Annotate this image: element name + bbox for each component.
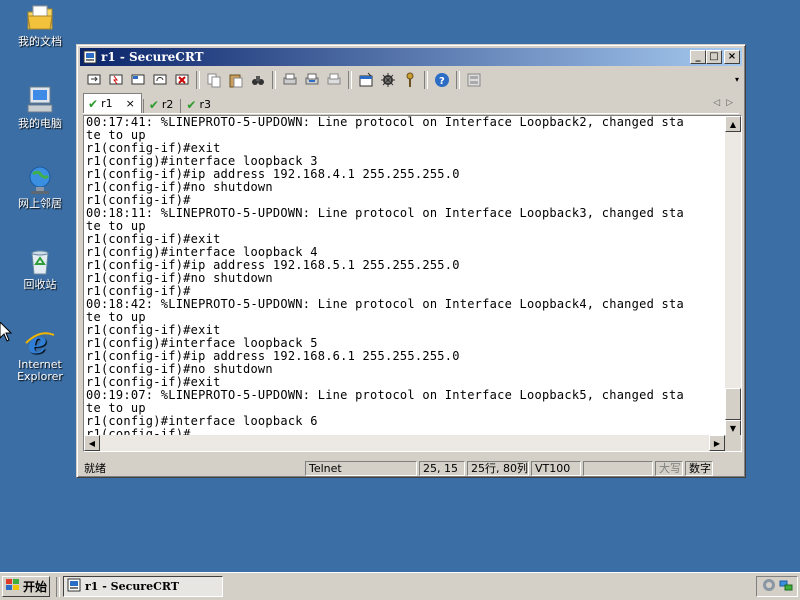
vertical-scrollbar[interactable]: ▲ ▼ xyxy=(725,116,741,436)
my-documents-icon xyxy=(24,2,56,34)
terminal-line: 00:19:07: %LINEPROTO-5-UPDOWN: Line prot… xyxy=(86,388,684,402)
desktop-icon-label: 我的文档 xyxy=(18,35,62,48)
desktop-icon-network-places[interactable]: 网上邻居 xyxy=(2,164,78,210)
toolbar-overflow-chevron-icon[interactable]: ▾ xyxy=(735,75,739,84)
print-icon[interactable] xyxy=(279,70,301,90)
print-selection-icon[interactable] xyxy=(301,70,323,90)
toolbar-separator xyxy=(272,71,276,89)
status-num: 数字 xyxy=(685,460,713,476)
scroll-up-icon[interactable]: ▲ xyxy=(725,116,741,132)
windows-logo-icon xyxy=(6,579,20,594)
svg-text:e: e xyxy=(28,326,47,357)
terminal-line: 00:18:11: %LINEPROTO-5-UPDOWN: Line prot… xyxy=(86,206,684,220)
taskbar-item-securecrt[interactable]: r1 - SecureCRT xyxy=(63,576,223,597)
toolbar-separator xyxy=(348,71,352,89)
connected-check-icon: ✔ xyxy=(88,96,99,111)
mouse-cursor-icon xyxy=(0,321,13,346)
disconnect-icon[interactable] xyxy=(171,70,193,90)
desktop-icon-recycle-bin[interactable]: 回收站 xyxy=(2,245,78,291)
status-dimensions: 25行, 80列 xyxy=(467,460,529,476)
status-blank xyxy=(583,460,653,476)
session-tabs: ✔ r1 × ✔ r2 ✔ r3 ◁ ▷ xyxy=(83,93,739,114)
desktop-icon-my-documents[interactable]: 我的文档 xyxy=(2,2,78,48)
reconnect-icon[interactable] xyxy=(149,70,171,90)
terminal-line: 00:18:42: %LINEPROTO-5-UPDOWN: Line prot… xyxy=(86,297,684,311)
key-icon[interactable] xyxy=(399,70,421,90)
paste-icon[interactable] xyxy=(225,70,247,90)
taskbar: 开始 r1 - SecureCRT xyxy=(0,572,800,600)
minimize-button[interactable]: _ xyxy=(690,50,706,64)
tray-network-icon[interactable] xyxy=(779,577,793,596)
terminal-line: 00:17:41: %LINEPROTO-5-UPDOWN: Line prot… xyxy=(86,116,684,129)
tab-r2[interactable]: ✔ r2 xyxy=(145,96,180,113)
connect-in-tab-icon[interactable] xyxy=(127,70,149,90)
tab-label: r1 xyxy=(101,97,113,110)
tab-scroll-right-icon[interactable]: ▷ xyxy=(726,98,733,108)
desktop-icon-label: 回收站 xyxy=(23,278,57,291)
toolbar: ? ▾ xyxy=(83,69,739,91)
status-text: 就绪 xyxy=(84,462,106,475)
window-titlebar[interactable]: r1 - SecureCRT _ □ × xyxy=(80,48,742,66)
find-icon[interactable] xyxy=(247,70,269,90)
scroll-left-icon[interactable]: ◀ xyxy=(84,435,100,451)
quick-connect-icon[interactable] xyxy=(105,70,127,90)
tray-speaker-icon[interactable] xyxy=(762,577,776,596)
internet-explorer-icon: e xyxy=(24,325,56,361)
global-options-icon[interactable] xyxy=(377,70,399,90)
copy-icon[interactable] xyxy=(203,70,225,90)
securecrt-window: r1 - SecureCRT _ □ × ? ▾ ✔ r1 × ✔ r2 ✔ r… xyxy=(76,44,746,478)
tab-r3[interactable]: ✔ r3 xyxy=(182,96,217,113)
desktop-icon-label: Internet Explorer xyxy=(17,358,63,383)
securecrt-app-icon xyxy=(67,578,81,595)
taskbar-item-label: r1 - SecureCRT xyxy=(85,580,179,593)
connect-icon[interactable] xyxy=(83,70,105,90)
svg-text:?: ? xyxy=(439,76,445,87)
desktop-icon-label: 网上邻居 xyxy=(18,197,62,210)
status-emulation: VT100 xyxy=(531,460,581,476)
status-cursor-position: 25, 15 xyxy=(419,460,465,476)
toolbar-separator xyxy=(196,71,200,89)
connected-check-icon: ✔ xyxy=(148,97,159,112)
desktop-icon-my-computer[interactable]: 我的电脑 xyxy=(2,84,78,130)
scroll-right-icon[interactable]: ▶ xyxy=(709,435,725,451)
toolbar-separator xyxy=(456,71,460,89)
scroll-down-icon[interactable]: ▼ xyxy=(725,420,741,436)
securecrt-app-icon xyxy=(83,50,97,64)
horizontal-scrollbar[interactable]: ◀ ▶ xyxy=(84,435,725,451)
printer-setup-icon[interactable] xyxy=(323,70,345,90)
terminal-pane[interactable]: 00:17:41: %LINEPROTO-5-UPDOWN: Line prot… xyxy=(83,115,742,452)
start-button[interactable]: 开始 xyxy=(2,576,50,597)
connected-check-icon: ✔ xyxy=(186,97,197,112)
maximize-button[interactable]: □ xyxy=(706,50,722,64)
recycle-bin-icon xyxy=(24,245,56,277)
close-button[interactable]: × xyxy=(724,50,740,64)
network-places-icon xyxy=(24,164,56,196)
tab-r1[interactable]: ✔ r1 × xyxy=(83,93,142,113)
scrollbar-thumb[interactable] xyxy=(725,388,741,420)
status-bar: 就绪 Telnet 25, 15 25行, 80列 VT100 大写 数字 xyxy=(81,459,741,477)
desktop-icon-label: 我的电脑 xyxy=(18,117,62,130)
tab-label: r2 xyxy=(161,98,174,111)
my-computer-icon xyxy=(24,84,56,116)
status-protocol: Telnet xyxy=(305,460,417,476)
session-manager-icon[interactable] xyxy=(463,70,485,90)
tab-scroll-left-icon[interactable]: ◁ xyxy=(713,98,720,108)
window-title: r1 - SecureCRT xyxy=(101,50,204,64)
help-icon[interactable]: ? xyxy=(431,70,453,90)
desktop-icon-internet-explorer[interactable]: e Internet Explorer xyxy=(2,325,78,383)
toolbar-separator xyxy=(424,71,428,89)
start-label: 开始 xyxy=(23,580,48,594)
status-caps: 大写 xyxy=(655,460,683,476)
tab-close-icon[interactable]: × xyxy=(126,97,135,110)
session-options-icon[interactable] xyxy=(355,70,377,90)
terminal-output[interactable]: 00:17:41: %LINEPROTO-5-UPDOWN: Line prot… xyxy=(86,116,724,436)
system-tray xyxy=(756,576,798,597)
tab-label: r3 xyxy=(199,98,211,111)
